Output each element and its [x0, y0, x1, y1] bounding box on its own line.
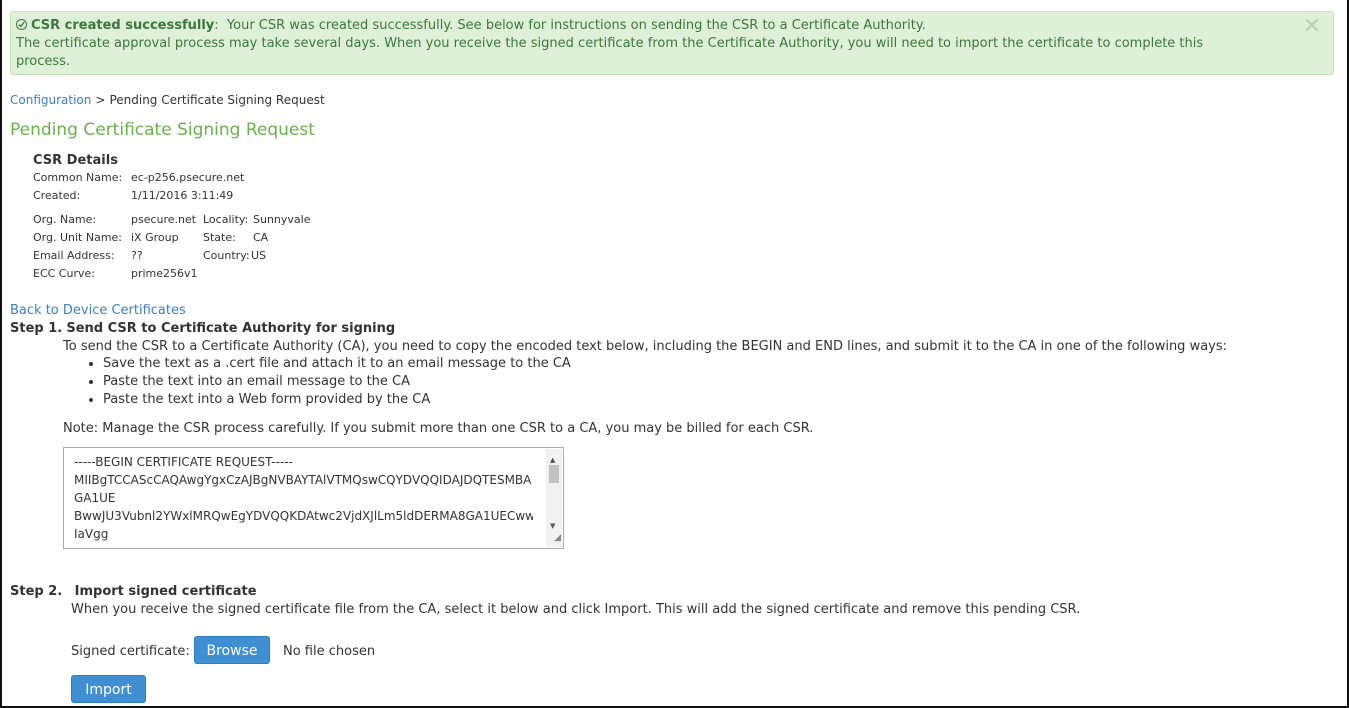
step2-number: Step 2.: [10, 584, 63, 599]
list-item: Paste the text into an email message to …: [103, 373, 571, 391]
step2-intro: When you receive the signed certificate …: [71, 602, 1081, 617]
resize-handle-icon[interactable]: ◢: [554, 529, 561, 547]
check-circle-icon: [16, 19, 27, 30]
list-item: Paste the text into a Web form provided …: [103, 391, 571, 409]
page-title: Pending Certificate Signing Request: [10, 120, 315, 140]
email-value: ??: [131, 249, 143, 262]
csr-line: GA1UE: [74, 491, 116, 505]
csr-textarea[interactable]: -----BEGIN CERTIFICATE REQUEST----- MIIB…: [63, 447, 564, 549]
browse-button[interactable]: Browse: [194, 636, 270, 664]
csr-line: -----BEGIN CERTIFICATE REQUEST-----: [74, 455, 294, 469]
csr-line: IaVgg: [74, 527, 109, 541]
locality-label: Locality:: [203, 213, 249, 226]
country-label: Country:: [203, 249, 250, 262]
step1-note: Note: Manage the CSR process carefully. …: [63, 421, 814, 436]
step2-title: Import signed certificate: [74, 584, 257, 599]
ecc-label: ECC Curve:: [33, 267, 95, 280]
alert-line-2: The certificate approval process may tak…: [16, 36, 1204, 51]
org-name-label: Org. Name:: [33, 213, 97, 226]
org-unit-label: Org. Unit Name:: [33, 231, 123, 244]
org-name-value: psecure.net: [131, 213, 197, 226]
signed-certificate-label: Signed certificate:: [71, 644, 190, 659]
no-file-chosen-text: No file chosen: [283, 644, 376, 659]
breadcrumb: Configuration > Pending Certificate Signin…: [10, 92, 325, 108]
email-label: Email Address:: [33, 249, 115, 262]
alert-colon: :: [214, 18, 219, 33]
common-name-label: Common Name:: [33, 171, 123, 184]
import-button[interactable]: Import: [71, 675, 146, 703]
alert-message: Your CSR was created successfully. See b…: [226, 18, 926, 33]
breadcrumb-separator: >: [95, 93, 106, 107]
breadcrumb-configuration-link[interactable]: Configuration: [10, 93, 91, 107]
step1-ways-list: Save the text as a .cert file and attach…: [63, 355, 571, 409]
ecc-value: prime256v1: [131, 267, 198, 280]
back-to-device-certificates-link[interactable]: Back to Device Certificates: [10, 302, 186, 320]
state-label: State:: [203, 231, 236, 244]
list-item: Save the text as a .cert file and attach…: [103, 355, 571, 373]
alert-line-1: CSR created successfully: Your CSR was c…: [16, 17, 1273, 35]
success-alert: CSR created successfully: Your CSR was c…: [10, 11, 1334, 75]
common-name-value: ec-p256.psecure.net: [131, 171, 245, 184]
csr-line: BwwJU3Vubnl2YWxlMRQwEgYDVQQKDAtwc2VjdXJl…: [74, 509, 533, 523]
step2-heading: Step 2. Import signed certificate: [10, 583, 257, 601]
step1-intro: To send the CSR to a Certificate Authori…: [63, 339, 1228, 354]
country-value: US: [251, 249, 267, 262]
csr-details-heading: CSR Details: [33, 153, 118, 168]
alert-title: CSR created successfully: [31, 18, 215, 33]
scrollbar-thumb[interactable]: [549, 465, 559, 483]
locality-value: Sunnyvale: [253, 213, 311, 226]
step1-heading: Step 1. Send CSR to Certificate Authorit…: [10, 320, 395, 338]
step1-title: Send CSR to Certificate Authority for si…: [66, 321, 396, 336]
step1-number: Step 1.: [10, 321, 63, 336]
close-icon[interactable]: ✕: [1303, 16, 1321, 38]
csr-line: MIIBgTCCASсCAQAwgYgxCzAJBgNVBAYTAlVTMQsw…: [74, 473, 532, 487]
org-unit-value: iX Group: [131, 231, 179, 244]
state-value: CA: [253, 231, 269, 244]
alert-line-3: process.: [16, 54, 71, 69]
created-label: Created:: [33, 189, 81, 202]
created-value: 1/11/2016 3:11:49: [131, 189, 234, 202]
breadcrumb-current: Pending Certificate Signing Request: [109, 93, 325, 107]
